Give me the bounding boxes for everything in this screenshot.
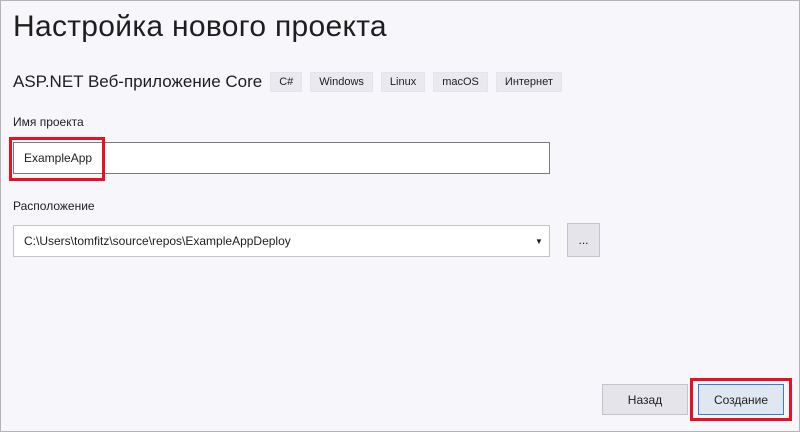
dialog-window: Настройка нового проекта ASP.NET Веб-при… xyxy=(0,0,800,432)
create-button[interactable]: Создание xyxy=(698,384,784,415)
location-select[interactable]: C:\Users\tomfitz\source\repos\ExampleApp… xyxy=(13,225,550,257)
project-name-input[interactable] xyxy=(13,142,550,174)
tag-platform-windows: Windows xyxy=(310,72,373,92)
tag-platform-linux: Linux xyxy=(380,72,426,92)
template-name: ASP.NET Веб-приложение Core xyxy=(13,72,263,91)
tag-language: C# xyxy=(270,72,303,92)
browse-button[interactable]: ... xyxy=(567,223,600,257)
location-label: Расположение xyxy=(13,199,95,213)
template-header: ASP.NET Веб-приложение Core C# Windows L… xyxy=(13,70,570,94)
project-name-label: Имя проекта xyxy=(13,115,84,129)
page-title: Настройка нового проекта xyxy=(13,10,387,43)
back-button[interactable]: Назад xyxy=(602,384,688,415)
dropdown-arrow-icon[interactable]: ▼ xyxy=(531,237,547,246)
location-value: C:\Users\tomfitz\source\repos\ExampleApp… xyxy=(24,234,291,248)
tag-platform-macos: macOS xyxy=(433,72,488,92)
tag-project-type: Интернет xyxy=(495,72,562,92)
